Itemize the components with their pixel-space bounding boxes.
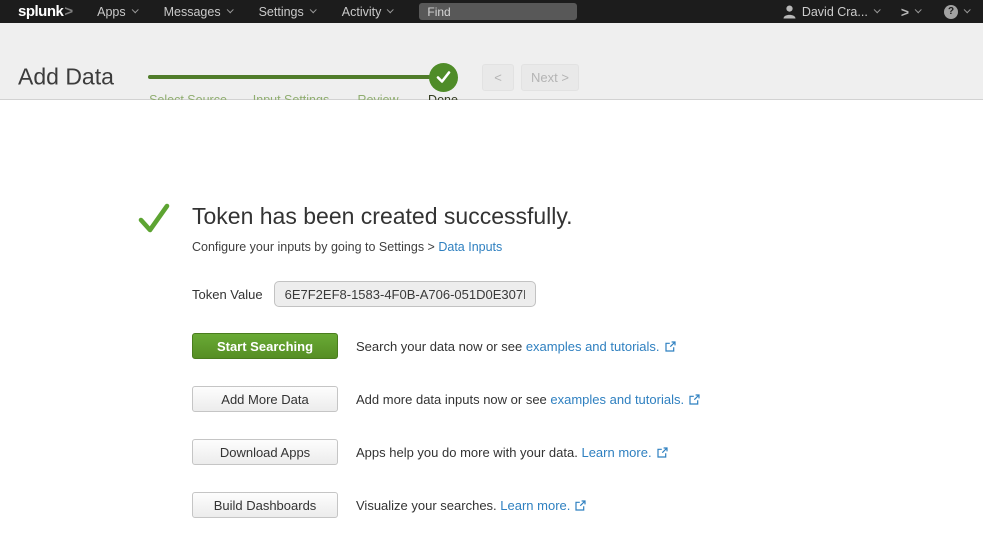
wizard-done-check <box>429 63 458 92</box>
help-icon: ? <box>944 5 958 19</box>
examples-tutorials-link[interactable]: examples and tutorials. <box>526 339 660 354</box>
user-menu[interactable]: David Cra... <box>783 5 879 19</box>
chevron-down-icon <box>873 6 880 13</box>
splunk-prompt-menu[interactable]: > <box>901 4 920 20</box>
action-row-download-apps: Download Apps Apps help you do more with… <box>192 439 668 465</box>
splunk-logo-chevron: > <box>64 3 73 20</box>
action-desc: Visualize your searches. Learn more. <box>356 498 586 513</box>
chevron-down-icon <box>309 6 316 13</box>
token-row: Token Value <box>192 281 536 307</box>
add-more-data-button[interactable]: Add More Data <box>192 386 338 412</box>
start-searching-button[interactable]: Start Searching <box>192 333 338 359</box>
back-button[interactable]: < <box>482 64 514 91</box>
next-button[interactable]: Next > <box>521 64 579 91</box>
check-icon <box>436 71 451 84</box>
external-link-icon <box>575 500 586 511</box>
download-apps-button[interactable]: Download Apps <box>192 439 338 465</box>
splunk-logo[interactable]: splunk > <box>18 3 73 20</box>
action-desc: Search your data now or see examples and… <box>356 339 676 354</box>
success-check-icon <box>137 201 171 235</box>
user-name: David Cra... <box>802 5 868 19</box>
menu-settings-label: Settings <box>259 5 304 19</box>
external-link-icon <box>665 341 676 352</box>
splunk-logo-text: splunk <box>18 3 63 20</box>
topnav-right-group: David Cra... > ? <box>783 4 969 20</box>
menu-activity-label: Activity <box>342 5 382 19</box>
chevron-down-icon <box>387 6 394 13</box>
action-row-add-more-data: Add More Data Add more data inputs now o… <box>192 386 700 412</box>
build-dashboards-button[interactable]: Build Dashboards <box>192 492 338 518</box>
chevron-down-icon <box>226 6 233 13</box>
page-title: Add Data <box>18 64 114 91</box>
chevron-down-icon <box>964 6 971 13</box>
action-desc-text: Visualize your searches. <box>356 498 500 513</box>
external-link-icon <box>657 447 668 458</box>
configure-hint-text: Configure your inputs by going to Settin… <box>192 240 438 254</box>
action-desc-text: Add more data inputs now or see <box>356 392 550 407</box>
learn-more-link[interactable]: Learn more. <box>581 445 651 460</box>
external-link-icon <box>689 394 700 405</box>
prompt-glyph: > <box>901 4 909 20</box>
action-row-start-searching: Start Searching Search your data now or … <box>192 333 676 359</box>
data-inputs-link[interactable]: Data Inputs <box>438 240 502 254</box>
action-desc: Apps help you do more with your data. Le… <box>356 445 668 460</box>
menu-apps-label: Apps <box>97 5 126 19</box>
user-icon <box>783 5 796 19</box>
action-desc: Add more data inputs now or see examples… <box>356 392 700 407</box>
examples-tutorials-link[interactable]: examples and tutorials. <box>550 392 684 407</box>
token-value-field[interactable] <box>274 281 536 307</box>
action-desc-text: Apps help you do more with your data. <box>356 445 581 460</box>
token-value-label: Token Value <box>192 287 263 302</box>
menu-apps[interactable]: Apps <box>97 5 137 19</box>
chevron-down-icon <box>131 6 138 13</box>
wizard-progress-line <box>148 75 440 79</box>
top-navigation-bar: splunk > Apps Messages Settings Activity… <box>0 0 983 23</box>
learn-more-link[interactable]: Learn more. <box>500 498 570 513</box>
action-desc-text: Search your data now or see <box>356 339 526 354</box>
menu-activity[interactable]: Activity <box>342 5 393 19</box>
menu-messages[interactable]: Messages <box>164 5 232 19</box>
configure-hint: Configure your inputs by going to Settin… <box>192 240 502 254</box>
menu-settings[interactable]: Settings <box>259 5 315 19</box>
menu-messages-label: Messages <box>164 5 221 19</box>
chevron-down-icon <box>915 6 922 13</box>
success-message: Token has been created successfully. <box>192 203 573 230</box>
help-menu[interactable]: ? <box>944 5 969 19</box>
action-row-build-dashboards: Build Dashboards Visualize your searches… <box>192 492 586 518</box>
find-search-input[interactable] <box>419 3 577 20</box>
main-content: Token has been created successfully. Con… <box>0 100 983 539</box>
wizard-header: Add Data Select Source Input Settings Re… <box>0 23 983 100</box>
